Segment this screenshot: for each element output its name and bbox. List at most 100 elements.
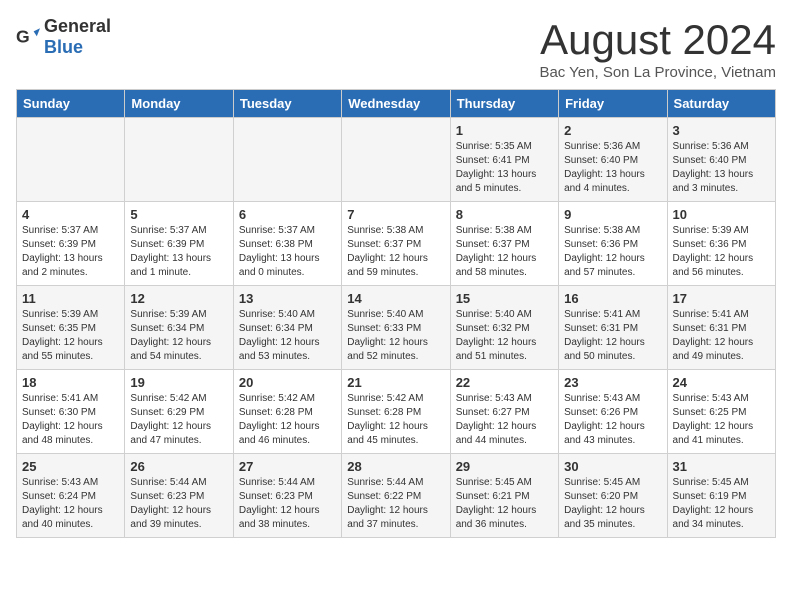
day-number: 14	[347, 291, 444, 306]
cell-content: Sunrise: 5:43 AM Sunset: 6:27 PM Dayligh…	[456, 392, 553, 448]
day-number: 18	[22, 375, 119, 390]
day-number: 7	[347, 207, 444, 222]
day-number: 22	[456, 375, 553, 390]
day-number: 30	[564, 459, 661, 474]
calendar-cell: 8 Sunrise: 5:38 AM Sunset: 6:37 PM Daylig…	[450, 202, 558, 286]
location: Bac Yen, Son La Province, Vietnam	[539, 64, 776, 81]
calendar-cell: 31 Sunrise: 5:45 AM Sunset: 6:19 PM Dayli…	[667, 454, 775, 538]
calendar-cell: 11Sunrise: 5:39 AM Sunset: 6:35 PM Dayli…	[17, 286, 125, 370]
cell-content: Sunrise: 5:38 AM Sunset: 6:37 PM Dayligh…	[456, 224, 553, 280]
calendar-cell: 26 Sunrise: 5:44 AM Sunset: 6:23 PM Dayli…	[125, 454, 233, 538]
day-number: 2	[564, 123, 661, 138]
calendar-cell: 19 Sunrise: 5:42 AM Sunset: 6:29 PM Dayli…	[125, 370, 233, 454]
day-number: 8	[456, 207, 553, 222]
calendar-cell: 13Sunrise: 5:40 AM Sunset: 6:34 PM Dayli…	[233, 286, 341, 370]
calendar-cell: 23 Sunrise: 5:43 AM Sunset: 6:26 PM Dayli…	[559, 370, 667, 454]
week-row-3: 11Sunrise: 5:39 AM Sunset: 6:35 PM Dayli…	[17, 286, 776, 370]
cell-content: Sunrise: 5:42 AM Sunset: 6:29 PM Dayligh…	[130, 392, 227, 448]
calendar-cell: 17 Sunrise: 5:41 AM Sunset: 6:31 PM Dayli…	[667, 286, 775, 370]
cell-content: Sunrise: 5:37 AM Sunset: 6:38 PM Dayligh…	[239, 224, 336, 280]
calendar-cell	[342, 118, 450, 202]
day-number: 10	[673, 207, 770, 222]
cell-content: Sunrise: 5:38 AM Sunset: 6:37 PM Dayligh…	[347, 224, 444, 280]
calendar-table: SundayMondayTuesdayWednesdayThursdayFrid…	[16, 89, 776, 538]
day-number: 28	[347, 459, 444, 474]
cell-content: Sunrise: 5:38 AM Sunset: 6:36 PM Dayligh…	[564, 224, 661, 280]
calendar-cell: 5 Sunrise: 5:37 AM Sunset: 6:39 PM Daylig…	[125, 202, 233, 286]
cell-content: Sunrise: 5:44 AM Sunset: 6:23 PM Dayligh…	[239, 476, 336, 532]
cell-content: Sunrise: 5:37 AM Sunset: 6:39 PM Dayligh…	[130, 224, 227, 280]
cell-content: Sunrise: 5:45 AM Sunset: 6:19 PM Dayligh…	[673, 476, 770, 532]
day-number: 6	[239, 207, 336, 222]
cell-content: Sunrise: 5:36 AM Sunset: 6:40 PM Dayligh…	[564, 140, 661, 196]
calendar-cell: 7 Sunrise: 5:38 AM Sunset: 6:37 PM Daylig…	[342, 202, 450, 286]
col-header-wednesday: Wednesday	[342, 90, 450, 118]
calendar-cell: 25Sunrise: 5:43 AM Sunset: 6:24 PM Dayli…	[17, 454, 125, 538]
day-number: 11	[22, 291, 119, 306]
day-number: 27	[239, 459, 336, 474]
cell-content: Sunrise: 5:42 AM Sunset: 6:28 PM Dayligh…	[347, 392, 444, 448]
week-row-5: 25Sunrise: 5:43 AM Sunset: 6:24 PM Dayli…	[17, 454, 776, 538]
day-number: 1	[456, 123, 553, 138]
day-number: 5	[130, 207, 227, 222]
cell-content: Sunrise: 5:44 AM Sunset: 6:22 PM Dayligh…	[347, 476, 444, 532]
calendar-cell: 10 Sunrise: 5:39 AM Sunset: 6:36 PM Dayli…	[667, 202, 775, 286]
cell-content: Sunrise: 5:45 AM Sunset: 6:20 PM Dayligh…	[564, 476, 661, 532]
calendar-cell: 4Sunrise: 5:37 AM Sunset: 6:39 PM Daylig…	[17, 202, 125, 286]
cell-content: Sunrise: 5:39 AM Sunset: 6:36 PM Dayligh…	[673, 224, 770, 280]
col-header-sunday: Sunday	[17, 90, 125, 118]
calendar-cell: 14Sunrise: 5:40 AM Sunset: 6:33 PM Dayli…	[342, 286, 450, 370]
calendar-cell: 21 Sunrise: 5:42 AM Sunset: 6:28 PM Dayli…	[342, 370, 450, 454]
logo-icon: G	[16, 25, 40, 49]
cell-content: Sunrise: 5:43 AM Sunset: 6:26 PM Dayligh…	[564, 392, 661, 448]
cell-content: Sunrise: 5:41 AM Sunset: 6:31 PM Dayligh…	[673, 308, 770, 364]
calendar-cell: 20Sunrise: 5:42 AM Sunset: 6:28 PM Dayli…	[233, 370, 341, 454]
calendar-cell: 2 Sunrise: 5:36 AM Sunset: 6:40 PM Daylig…	[559, 118, 667, 202]
month-title: August 2024	[539, 16, 776, 64]
day-number: 23	[564, 375, 661, 390]
col-header-friday: Friday	[559, 90, 667, 118]
day-number: 29	[456, 459, 553, 474]
calendar-cell: 16Sunrise: 5:41 AM Sunset: 6:31 PM Dayli…	[559, 286, 667, 370]
calendar-cell: 3 Sunrise: 5:36 AM Sunset: 6:40 PM Daylig…	[667, 118, 775, 202]
week-row-2: 4Sunrise: 5:37 AM Sunset: 6:39 PM Daylig…	[17, 202, 776, 286]
cell-content: Sunrise: 5:39 AM Sunset: 6:34 PM Dayligh…	[130, 308, 227, 364]
calendar-cell: 1Sunrise: 5:35 AM Sunset: 6:41 PM Daylig…	[450, 118, 558, 202]
title-block: August 2024 Bac Yen, Son La Province, Vi…	[539, 16, 776, 81]
calendar-cell	[17, 118, 125, 202]
page-header: G General Blue August 2024 Bac Yen, Son …	[16, 16, 776, 81]
week-row-4: 18 Sunrise: 5:41 AM Sunset: 6:30 PM Dayli…	[17, 370, 776, 454]
day-number: 24	[673, 375, 770, 390]
day-number: 9	[564, 207, 661, 222]
week-row-1: 1Sunrise: 5:35 AM Sunset: 6:41 PM Daylig…	[17, 118, 776, 202]
logo: G General Blue	[16, 16, 111, 58]
cell-content: Sunrise: 5:37 AM Sunset: 6:39 PM Dayligh…	[22, 224, 119, 280]
day-number: 31	[673, 459, 770, 474]
calendar-cell	[125, 118, 233, 202]
col-header-thursday: Thursday	[450, 90, 558, 118]
calendar-cell: 15Sunrise: 5:40 AM Sunset: 6:32 PM Dayli…	[450, 286, 558, 370]
cell-content: Sunrise: 5:44 AM Sunset: 6:23 PM Dayligh…	[130, 476, 227, 532]
calendar-cell: 6 Sunrise: 5:37 AM Sunset: 6:38 PM Daylig…	[233, 202, 341, 286]
day-number: 3	[673, 123, 770, 138]
day-number: 19	[130, 375, 227, 390]
calendar-cell: 24 Sunrise: 5:43 AM Sunset: 6:25 PM Dayli…	[667, 370, 775, 454]
day-number: 15	[456, 291, 553, 306]
cell-content: Sunrise: 5:43 AM Sunset: 6:25 PM Dayligh…	[673, 392, 770, 448]
calendar-cell: 18 Sunrise: 5:41 AM Sunset: 6:30 PM Dayli…	[17, 370, 125, 454]
cell-content: Sunrise: 5:42 AM Sunset: 6:28 PM Dayligh…	[239, 392, 336, 448]
cell-content: Sunrise: 5:43 AM Sunset: 6:24 PM Dayligh…	[22, 476, 119, 532]
logo-blue: Blue	[44, 37, 83, 57]
day-number: 21	[347, 375, 444, 390]
logo-general: General	[44, 16, 111, 36]
cell-content: Sunrise: 5:36 AM Sunset: 6:40 PM Dayligh…	[673, 140, 770, 196]
cell-content: Sunrise: 5:45 AM Sunset: 6:21 PM Dayligh…	[456, 476, 553, 532]
svg-text:G: G	[16, 27, 30, 47]
calendar-cell: 29 Sunrise: 5:45 AM Sunset: 6:21 PM Dayli…	[450, 454, 558, 538]
cell-content: Sunrise: 5:40 AM Sunset: 6:34 PM Dayligh…	[239, 308, 336, 364]
cell-content: Sunrise: 5:41 AM Sunset: 6:30 PM Dayligh…	[22, 392, 119, 448]
calendar-cell: 27 Sunrise: 5:44 AM Sunset: 6:23 PM Dayli…	[233, 454, 341, 538]
calendar-cell: 30 Sunrise: 5:45 AM Sunset: 6:20 PM Dayli…	[559, 454, 667, 538]
day-number: 26	[130, 459, 227, 474]
day-number: 17	[673, 291, 770, 306]
